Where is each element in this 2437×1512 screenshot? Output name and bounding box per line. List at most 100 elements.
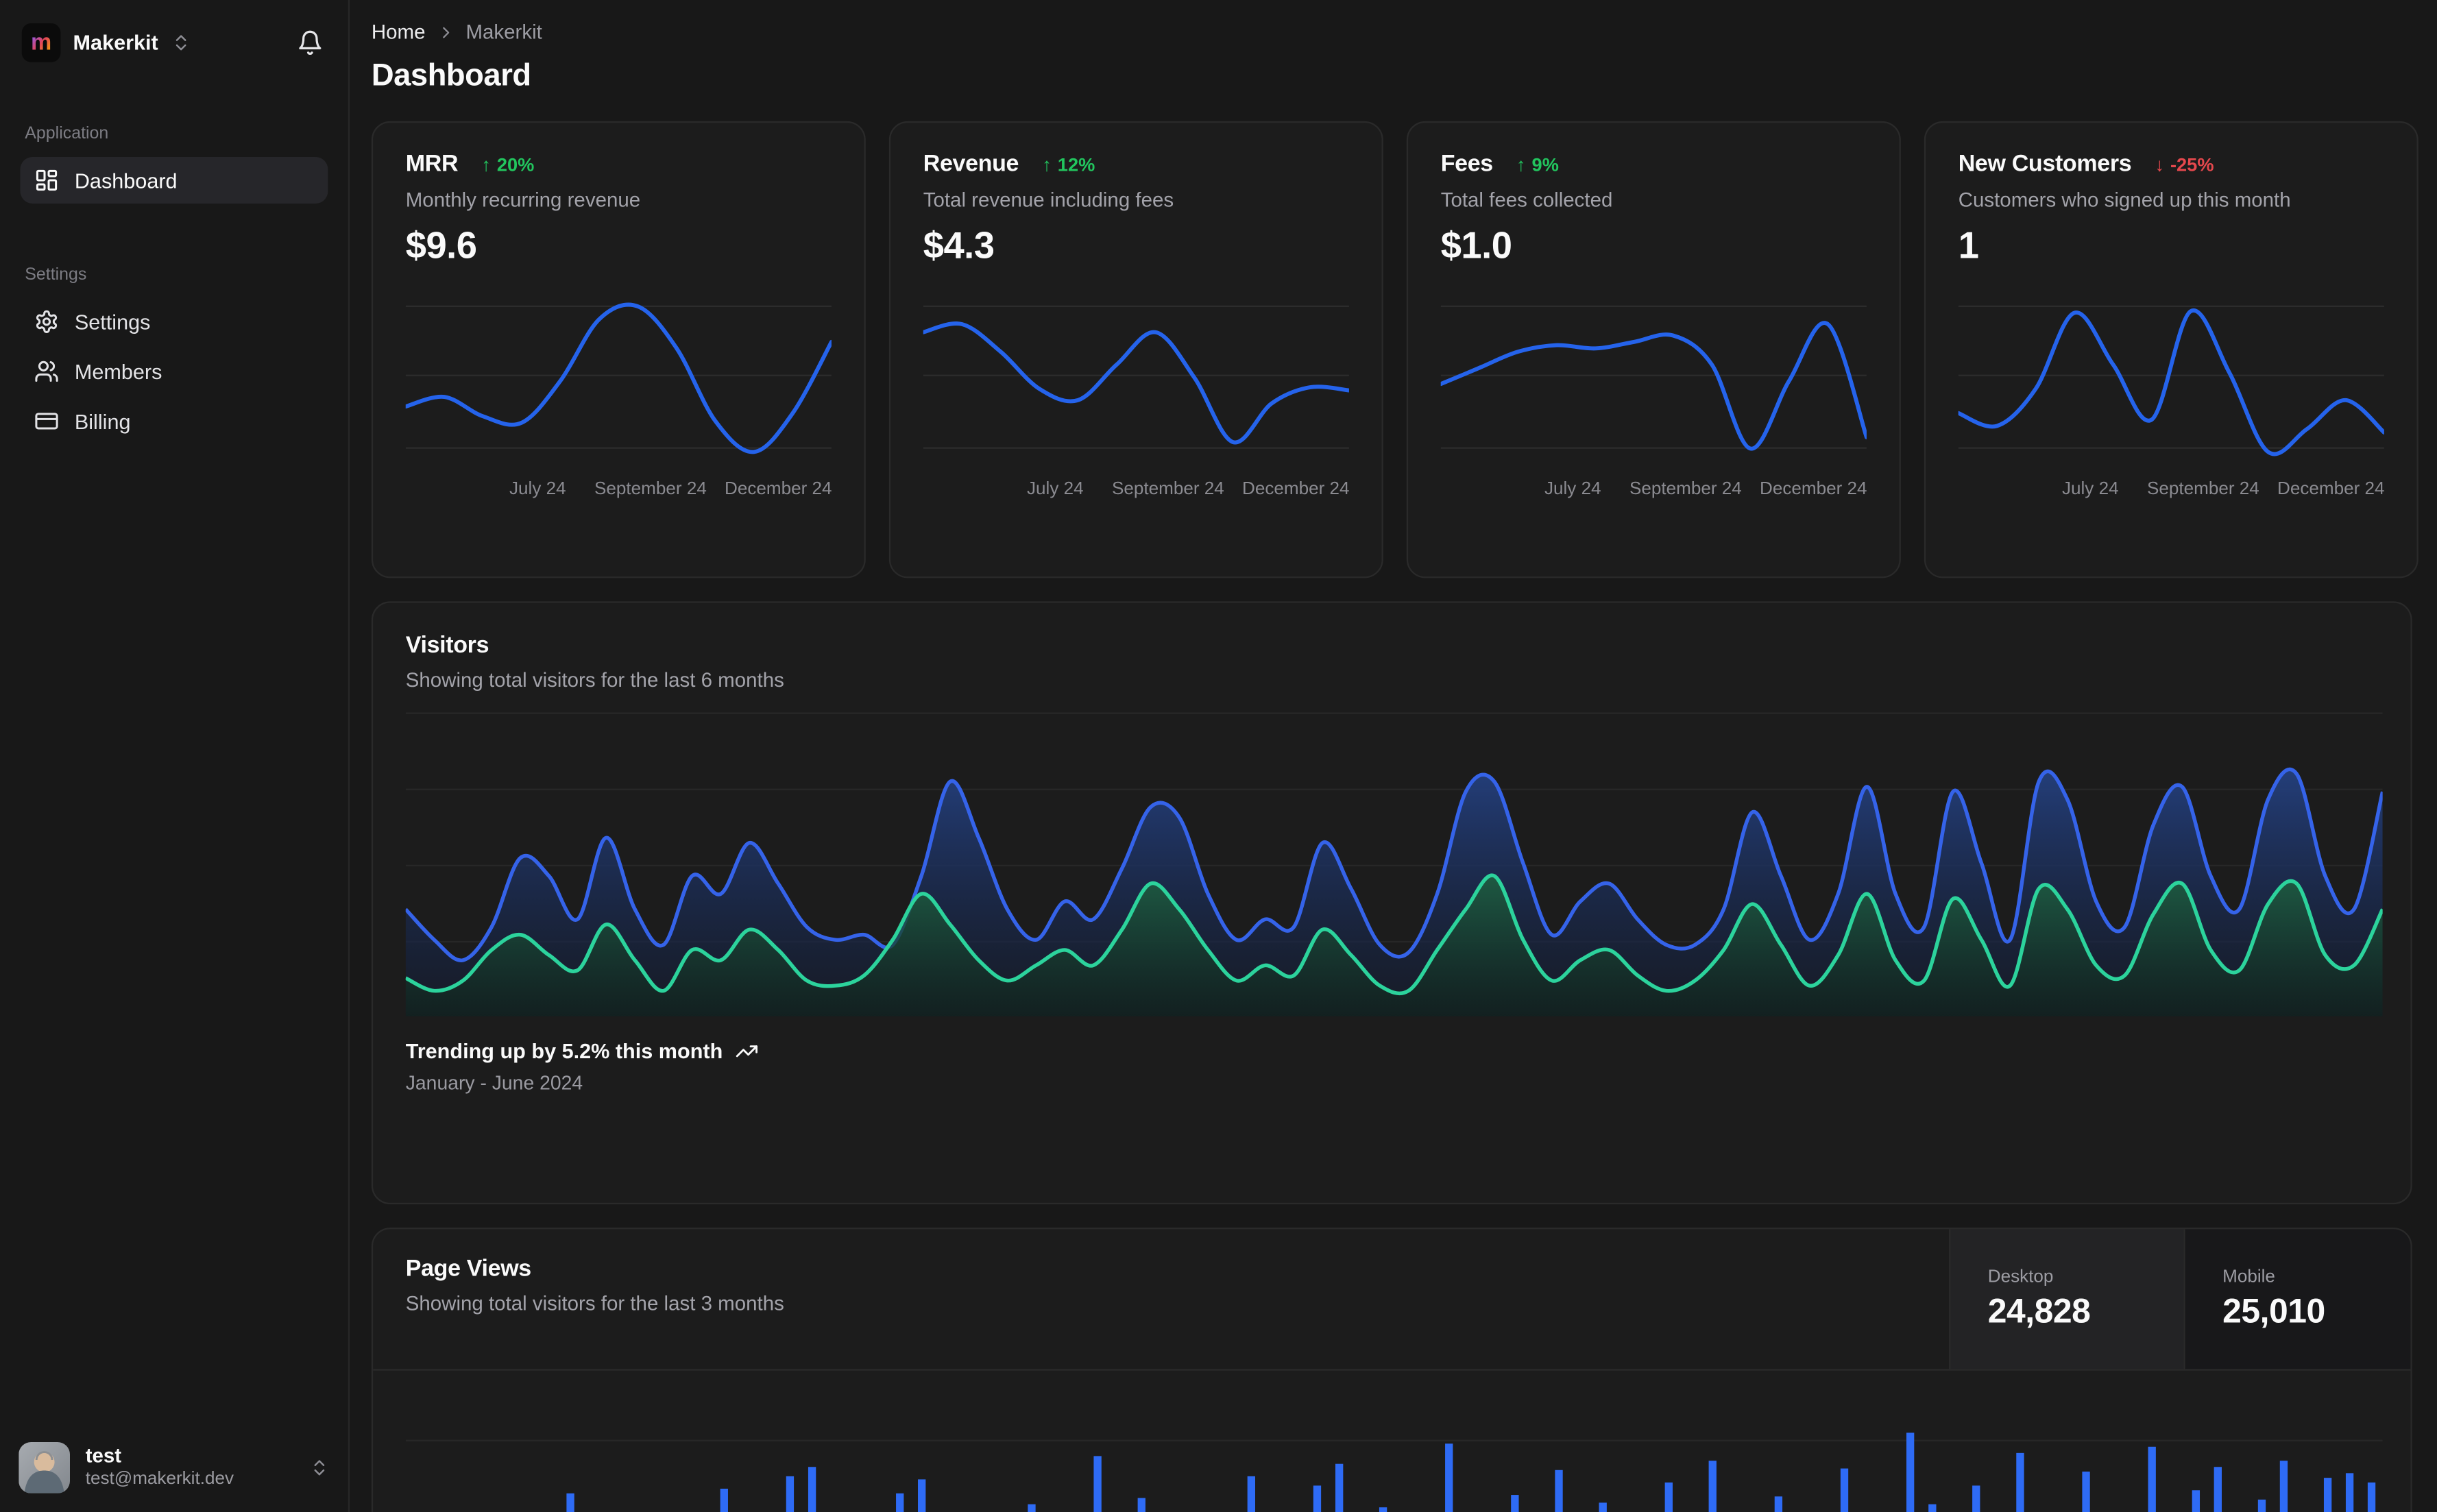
workspace-switcher[interactable]: m Makerkit (21, 22, 191, 62)
stat-value: $9.6 (405, 225, 477, 267)
trend-value: -25% (2170, 153, 2214, 175)
sparkline-axis-labels: July 24 September 24 December 24 (923, 480, 1350, 505)
page-views-titles: Page Views Showing total visitors for th… (373, 1229, 1949, 1369)
stat-title: Revenue (923, 150, 1019, 178)
toggle-mobile-value: 25,010 (2222, 1290, 2325, 1330)
trend-arrow-icon: ↑ (1516, 153, 1526, 175)
visitors-trend: Trending up by 5.2% this month (406, 1040, 2378, 1063)
sparkline-axis-labels: July 24 September 24 December 24 (406, 480, 832, 505)
sparkline-chart: July 24 September 24 December 24 (1440, 292, 1867, 505)
user-meta: test test@makerkit.dev (86, 1443, 294, 1492)
trend-value: 20% (496, 153, 535, 175)
billing-icon (35, 413, 58, 430)
page-title: Dashboard (371, 59, 531, 94)
sidebar-item-members[interactable]: Members (20, 348, 328, 395)
trending-up-icon (736, 1045, 758, 1058)
axis-label: September 24 (2146, 480, 2259, 499)
chevron-right-icon (442, 26, 449, 38)
chevrons-up-down-icon (314, 1460, 325, 1476)
axis-label: July 24 (2061, 480, 2119, 499)
nav-section-application: Application (25, 124, 109, 143)
stat-card-header: New Customers ↓ -25% (1959, 151, 2384, 178)
sparkline-chart: July 24 September 24 December 24 (923, 292, 1350, 505)
bell-icon (299, 29, 322, 54)
sidebar: m Makerkit Application Dashboard Setting… (0, 0, 350, 1512)
breadcrumb: Home Makerkit (372, 20, 2412, 43)
stat-title: Fees (1440, 150, 1494, 178)
visitors-title: Visitors (405, 632, 489, 659)
stat-card-grid: MRR ↑ 20% Monthly recurring revenue $9.6… (371, 121, 2418, 578)
trend-value: 9% (1531, 153, 1559, 175)
stat-card-header: MRR ↑ 20% (406, 151, 832, 178)
chevrons-up-down-icon (175, 34, 186, 50)
axis-label: December 24 (1760, 480, 1867, 499)
toggle-mobile-label: Mobile (2222, 1267, 2275, 1287)
sidebar-header: m Makerkit (0, 0, 348, 84)
sparkline-axis-labels: July 24 September 24 December 24 (1959, 480, 2385, 505)
breadcrumb-current[interactable]: Makerkit (465, 20, 542, 43)
visitors-footer: Trending up by 5.2% this month January -… (406, 1040, 2378, 1094)
axis-label: July 24 (1026, 480, 1084, 499)
stat-subtitle: Total fees collected (1440, 188, 1613, 212)
axis-label: July 24 (1544, 480, 1601, 499)
trend-arrow-icon: ↑ (481, 153, 491, 175)
axis-label: September 24 (1629, 480, 1742, 499)
visitors-subtitle: Showing total visitors for the last 6 mo… (405, 668, 784, 692)
stat-trend-badge: ↑ 20% (481, 153, 534, 175)
sidebar-item-settings[interactable]: Settings (20, 298, 328, 345)
axis-label: September 24 (1112, 480, 1224, 499)
toggle-desktop-label: Desktop (1987, 1267, 2054, 1287)
user-avatar (19, 1441, 71, 1493)
sidebar-item-label: Billing (74, 409, 131, 433)
page-views-header: Page Views Showing total visitors for th… (373, 1229, 2411, 1371)
sidebar-item-label: Settings (74, 310, 151, 334)
stat-card-header: Fees ↑ 9% (1441, 151, 1867, 178)
sidebar-item-billing[interactable]: Billing (20, 398, 328, 444)
axis-label: July 24 (509, 480, 566, 499)
visitors-card: Visitors Showing total visitors for the … (371, 601, 2412, 1205)
page-views-card: Page Views Showing total visitors for th… (371, 1228, 2412, 1512)
sparkline-chart: July 24 September 24 December 24 (405, 292, 832, 505)
axis-label: December 24 (725, 480, 832, 499)
stat-value: 1 (1958, 225, 1979, 267)
makerkit-logo: m (21, 22, 61, 62)
user-menu[interactable]: test test@makerkit.dev (0, 1426, 348, 1512)
stat-card: New Customers ↓ -25% Customers who signe… (1924, 121, 2418, 578)
notifications-button[interactable] (294, 25, 327, 58)
dashboard-screen: m Makerkit Application Dashboard Setting… (0, 0, 2437, 1512)
stat-trend-badge: ↑ 12% (1042, 153, 1095, 175)
sidebar-item-label: Dashboard (74, 168, 178, 193)
screenshot-stage: m Makerkit Application Dashboard Setting… (0, 0, 2437, 1512)
main-content: Home Makerkit Dashboard MRR ↑ 20% Monthl… (350, 0, 2437, 1512)
dashboard-icon (36, 169, 58, 191)
axis-label: December 24 (1242, 480, 1350, 499)
stat-title: MRR (405, 150, 459, 178)
stat-card-header: Revenue ↑ 12% (923, 151, 1349, 178)
visitors-period: January - June 2024 (405, 1072, 583, 1095)
settings-icon (36, 310, 58, 333)
stat-subtitle: Customers who signed up this month (1958, 188, 2291, 212)
stat-card: Revenue ↑ 12% Total revenue including fe… (888, 121, 1383, 578)
nav-section-settings: Settings (25, 265, 87, 284)
breadcrumb-home[interactable]: Home (372, 20, 426, 43)
toggle-mobile[interactable]: Mobile 25,010 (2183, 1229, 2411, 1369)
axis-label: December 24 (2277, 480, 2385, 499)
page-views-subtitle: Showing total visitors for the last 3 mo… (405, 1291, 784, 1315)
sidebar-item-label: Members (74, 359, 162, 383)
user-name: test (85, 1443, 122, 1467)
visitors-trend-text: Trending up by 5.2% this month (405, 1039, 723, 1063)
trend-arrow-icon: ↓ (2155, 153, 2164, 175)
workspace-name: Makerkit (73, 30, 158, 54)
stat-value: $4.3 (923, 225, 995, 267)
page-views-bar-chart (373, 1371, 2410, 1512)
trend-value: 12% (1057, 153, 1095, 175)
toggle-desktop[interactable]: Desktop 24,828 (1949, 1229, 2184, 1369)
visitors-area-chart (405, 710, 2383, 1016)
sparkline-chart: July 24 September 24 December 24 (1958, 292, 2385, 505)
trend-arrow-icon: ↑ (1042, 153, 1052, 175)
sidebar-item-dashboard[interactable]: Dashboard (20, 156, 328, 204)
stat-value: $1.0 (1440, 225, 1512, 267)
user-email: test@makerkit.dev (85, 1470, 234, 1489)
sidebar-nav: Application Dashboard Settings Settings … (0, 106, 348, 448)
page-views-title: Page Views (405, 1255, 531, 1282)
